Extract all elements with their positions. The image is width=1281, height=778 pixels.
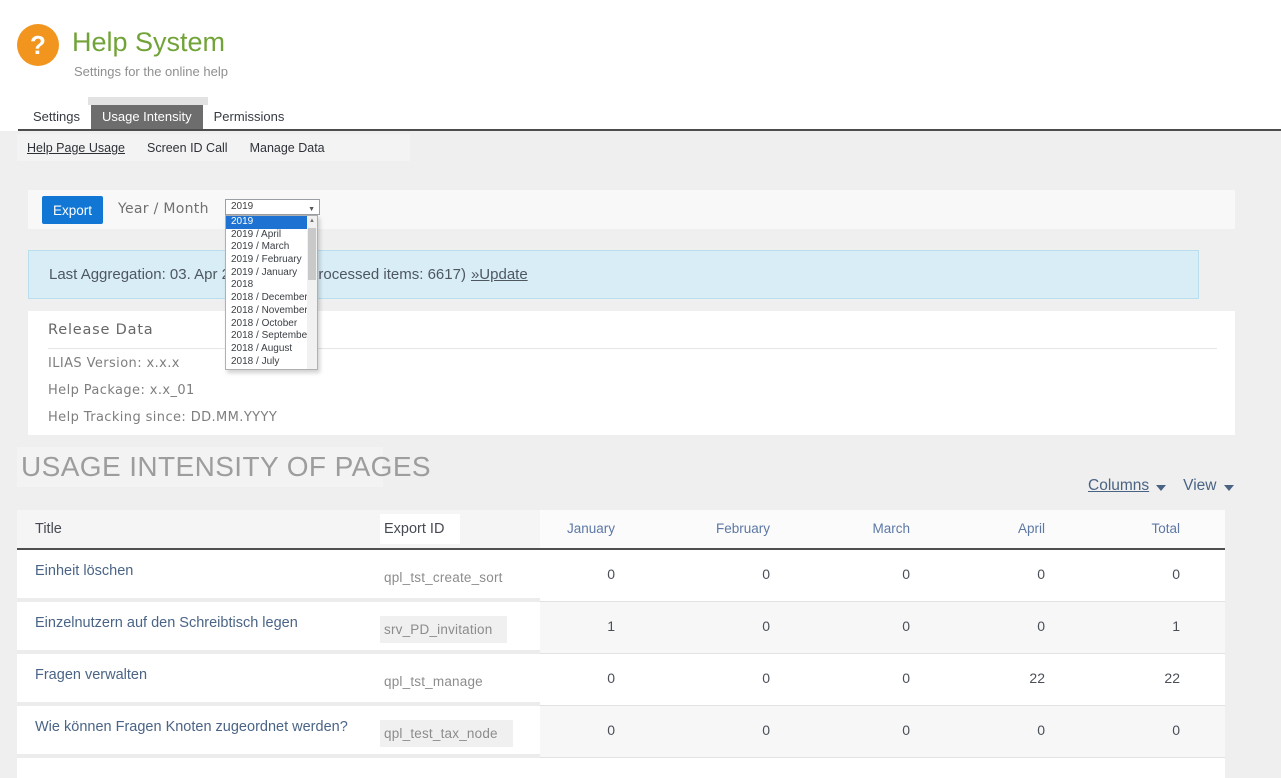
tab-settings[interactable]: Settings <box>22 105 91 129</box>
view-label: View <box>1183 477 1216 495</box>
table-row-partial <box>17 758 1225 778</box>
row-title-link[interactable]: Einzelnutzern auf den Schreibtisch legen <box>17 602 380 654</box>
panel-divider <box>48 348 1217 349</box>
table-header-row: Title Export ID January February March A… <box>17 510 1225 550</box>
cell-march: 0 <box>815 550 955 602</box>
cell-april: 0 <box>955 550 1090 602</box>
cell-total: 0 <box>1090 706 1225 758</box>
row-export-id: qpl_test_tax_node <box>380 706 540 758</box>
export-id-header-patch: Export ID <box>380 514 460 544</box>
page-title: Help System <box>72 27 225 58</box>
row-export-id: srv_PD_invitation <box>380 602 540 654</box>
dropdown-option[interactable]: 2018 / July <box>226 356 307 369</box>
subtab-screen-id-call[interactable]: Screen ID Call <box>147 141 228 155</box>
subtab-help-page-usage[interactable]: Help Page Usage <box>27 141 125 155</box>
dropdown-option[interactable]: 2018 / December <box>226 292 307 305</box>
last-aggregation-alert: Last Aggregation: 03. Apr 2019, 00:00 (p… <box>28 250 1199 299</box>
dropdown-option[interactable]: 2018 / October <box>226 318 307 331</box>
table-row: Wie können Fragen Knoten zugeordnet werd… <box>17 706 1225 758</box>
cell-total: 22 <box>1090 654 1225 706</box>
cell-january: 0 <box>540 550 660 602</box>
select-value: 2019 <box>231 201 253 212</box>
year-month-select[interactable]: 2019 ▼ <box>225 199 320 215</box>
table-controls: Columns View <box>1088 477 1234 495</box>
table-row: Einzelnutzern auf den Schreibtisch legen… <box>17 602 1225 654</box>
col-header-title[interactable]: Title <box>17 510 380 550</box>
dropdown-option[interactable]: 2018 / September <box>226 330 307 343</box>
dropdown-options: 2019 2019 / April 2019 / March 2019 / Fe… <box>226 216 307 369</box>
row-title-link[interactable]: Fragen verwalten <box>17 654 380 706</box>
sub-tabs: Help Page Usage Screen ID Call Manage Da… <box>27 141 325 155</box>
cell-january: 0 <box>540 654 660 706</box>
cell-april: 22 <box>955 654 1090 706</box>
cell-february: 0 <box>660 602 815 654</box>
col-header-export-id[interactable]: Export ID <box>380 510 540 550</box>
help-system-page: ? Help System Settings for the online he… <box>0 0 1281 778</box>
panel-heading: Release Data <box>48 322 154 338</box>
year-month-dropdown: 2019 2019 / April 2019 / March 2019 / Fe… <box>225 215 318 370</box>
cell-january: 1 <box>540 602 660 654</box>
cell-march: 0 <box>815 706 955 758</box>
cell-total: 1 <box>1090 602 1225 654</box>
dropdown-option[interactable]: 2019 / February <box>226 254 307 267</box>
active-tab-shadow <box>88 97 208 105</box>
tab-permissions[interactable]: Permissions <box>203 105 296 129</box>
cell-february: 0 <box>660 654 815 706</box>
main-tabs: Settings Usage Intensity Permissions <box>22 105 295 129</box>
ilias-version-line: ILIAS Version: x.x.x <box>48 356 180 371</box>
cell-february: 0 <box>660 706 815 758</box>
cell-april: 0 <box>955 706 1090 758</box>
cell-total: 0 <box>1090 550 1225 602</box>
cell-april: 0 <box>955 602 1090 654</box>
page-header: ? Help System Settings for the online he… <box>0 0 1281 131</box>
release-data-panel: Release Data ILIAS Version: x.x.x Help P… <box>28 311 1235 435</box>
col-header-total[interactable]: Total <box>1090 510 1225 550</box>
cell-february: 0 <box>660 550 815 602</box>
dropdown-option[interactable]: 2018 / August <box>226 343 307 356</box>
tab-usage-intensity[interactable]: Usage Intensity <box>91 105 203 129</box>
row-title-link[interactable]: Einheit löschen <box>17 550 380 602</box>
update-link[interactable]: »Update <box>471 266 528 283</box>
cell-march: 0 <box>815 654 955 706</box>
view-dropdown-button[interactable]: View <box>1183 477 1233 495</box>
dropdown-option[interactable]: 2018 / November <box>226 305 307 318</box>
toolbar: Export Year / Month 2019 ▼ <box>28 190 1235 229</box>
table-row: Fragen verwalten qpl_tst_manage 0 0 0 22… <box>17 654 1225 706</box>
scroll-up-icon[interactable]: ▲ <box>307 216 317 227</box>
year-month-label: Year / Month <box>118 190 209 229</box>
page-subtitle: Settings for the online help <box>74 64 228 79</box>
chevron-down-icon <box>1156 485 1166 491</box>
row-title-link[interactable]: Wie können Fragen Knoten zugeordnet werd… <box>17 706 380 758</box>
tabbar-divider <box>18 129 1281 131</box>
cell-january: 0 <box>540 706 660 758</box>
help-tracking-line: Help Tracking since: DD.MM.YYYY <box>48 410 277 425</box>
cell-march: 0 <box>815 602 955 654</box>
section-title: USAGE INTENSITY OF PAGES <box>21 451 431 483</box>
dropdown-scrollbar[interactable]: ▲ <box>307 216 317 369</box>
row-export-id: qpl_tst_create_sort <box>380 550 540 602</box>
dropdown-option[interactable]: 2018 <box>226 279 307 292</box>
col-header-april[interactable]: April <box>955 510 1090 550</box>
scrollbar-thumb[interactable] <box>308 228 316 280</box>
help-logo-icon: ? <box>17 24 59 66</box>
columns-label: Columns <box>1088 477 1149 495</box>
usage-table: Title Export ID January February March A… <box>17 510 1225 778</box>
col-header-january[interactable]: January <box>540 510 660 550</box>
dropdown-option[interactable]: 2019 <box>226 216 307 229</box>
col-header-march[interactable]: March <box>815 510 955 550</box>
columns-dropdown-button[interactable]: Columns <box>1088 477 1166 495</box>
dropdown-option[interactable]: 2019 / April <box>226 229 307 242</box>
export-button[interactable]: Export <box>42 196 103 224</box>
help-package-line: Help Package: x.x_01 <box>48 383 195 398</box>
dropdown-option[interactable]: 2019 / January <box>226 267 307 280</box>
chevron-down-icon <box>1224 485 1234 491</box>
row-export-id: qpl_tst_manage <box>380 654 540 706</box>
col-header-february[interactable]: February <box>660 510 815 550</box>
table-row: Einheit löschen qpl_tst_create_sort 0 0 … <box>17 550 1225 602</box>
dropdown-option[interactable]: 2019 / March <box>226 241 307 254</box>
subtab-manage-data[interactable]: Manage Data <box>250 141 325 155</box>
